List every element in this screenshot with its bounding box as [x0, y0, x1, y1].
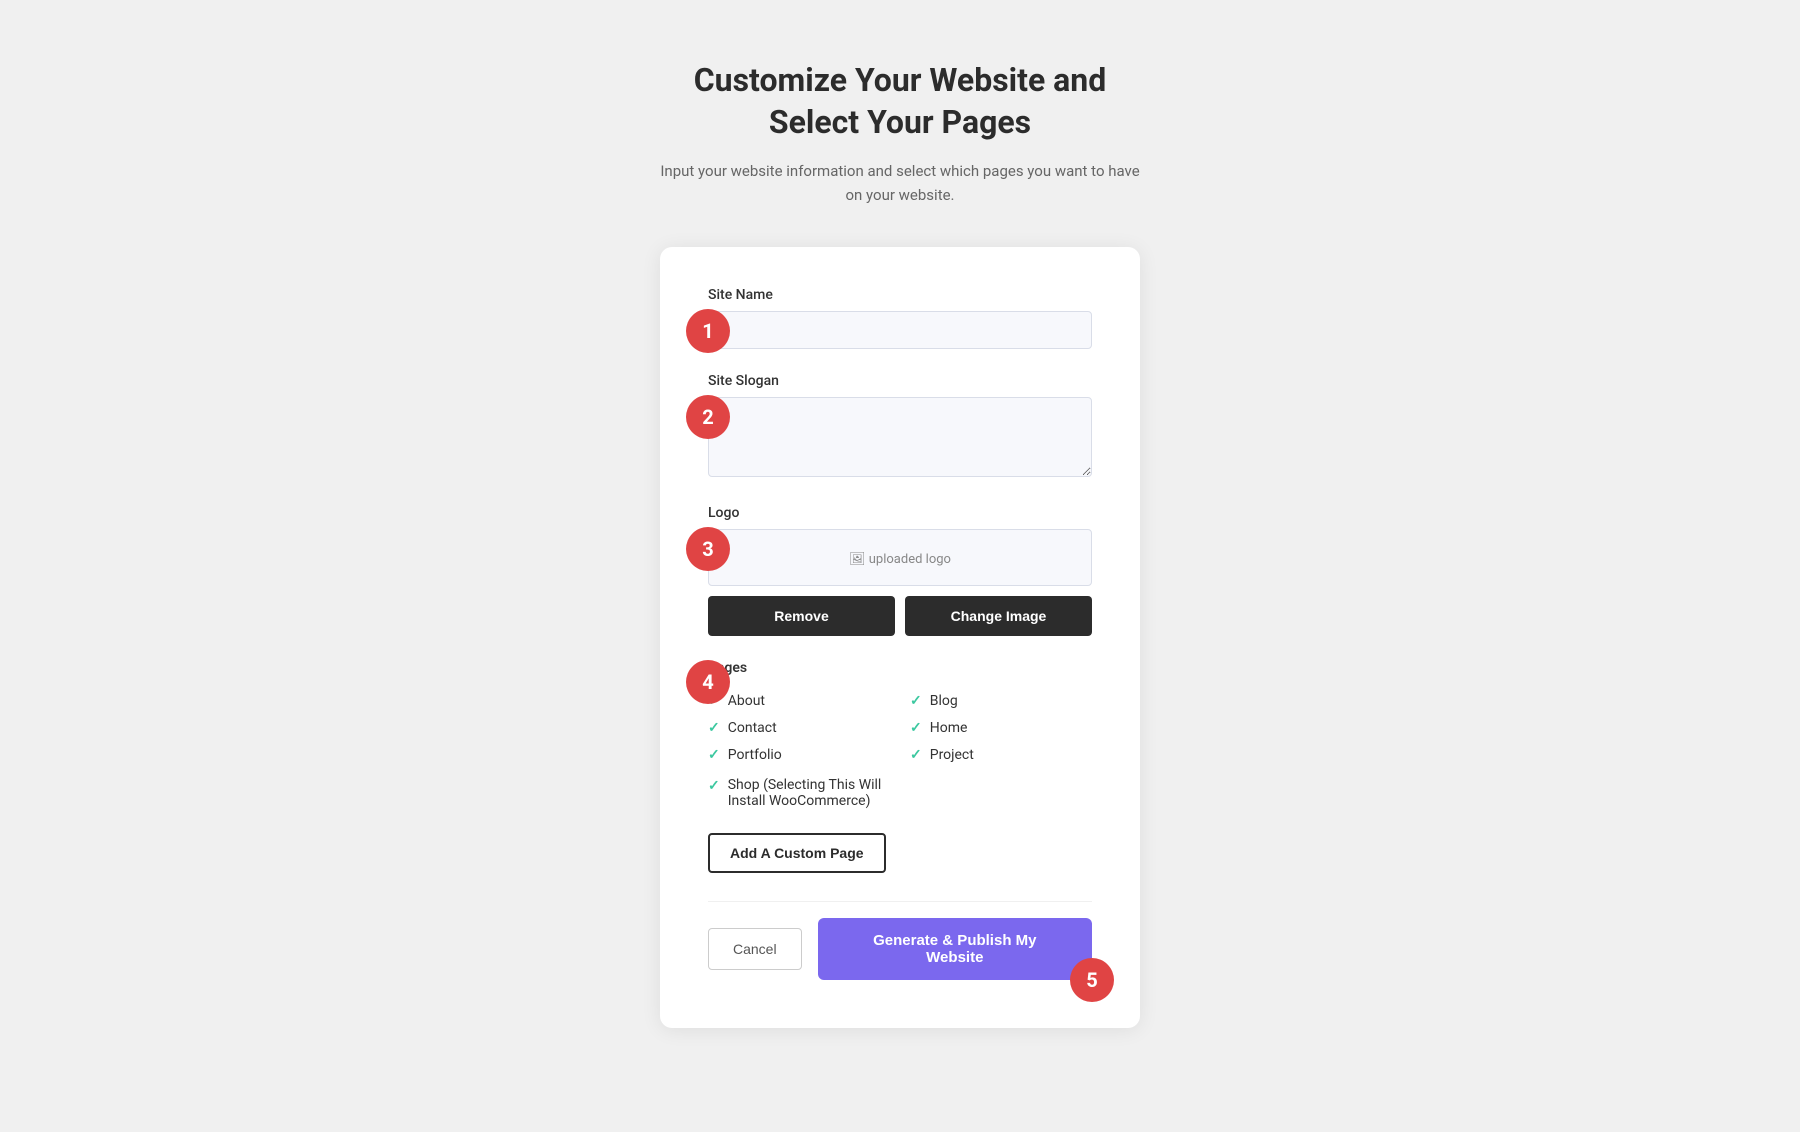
site-slogan-section: 2 Site Slogan	[708, 373, 1092, 481]
site-name-label: Site Name	[708, 287, 1092, 303]
page-label-project: Project	[930, 747, 974, 763]
page-label-portfolio: Portfolio	[728, 747, 782, 763]
page-label-shop: Shop (Selecting This Will Install WooCom…	[728, 777, 890, 809]
site-slogan-label: Site Slogan	[708, 373, 1092, 389]
check-icon-shop: ✓	[708, 778, 720, 794]
logo-buttons: Remove Change Image	[708, 596, 1092, 636]
add-custom-page-wrapper: Add A Custom Page	[708, 829, 1092, 873]
pages-grid: ✓ About ✓ Blog ✓ Contact ✓ Home ✓ Portfo…	[708, 692, 1092, 809]
page-item-home[interactable]: ✓ Home	[910, 719, 1092, 736]
page-label-home: Home	[930, 720, 968, 736]
step-badge-5: 5	[1070, 958, 1114, 1002]
page-item-shop[interactable]: ✓ Shop (Selecting This Will Install WooC…	[708, 777, 890, 809]
cancel-button[interactable]: Cancel	[708, 928, 802, 970]
logo-preview-text: uploaded logo	[849, 552, 951, 567]
logo-section: 3 Logo uploaded logo Remove Change Image	[708, 505, 1092, 636]
form-footer: Cancel Generate & Publish My Website 5	[708, 901, 1092, 980]
change-image-button[interactable]: Change Image	[905, 596, 1092, 636]
check-icon-contact: ✓	[708, 720, 720, 736]
page-label-contact: Contact	[728, 720, 777, 736]
page-header: Customize Your Website and Select Your P…	[660, 60, 1140, 207]
check-icon-home: ✓	[910, 720, 922, 736]
page-item-project[interactable]: ✓ Project	[910, 746, 1092, 763]
publish-button[interactable]: Generate & Publish My Website	[818, 918, 1092, 980]
add-custom-page-button[interactable]: Add A Custom Page	[708, 833, 886, 873]
page-item-contact[interactable]: ✓ Contact	[708, 719, 890, 736]
page-title: Customize Your Website and Select Your P…	[660, 60, 1140, 143]
remove-logo-button[interactable]: Remove	[708, 596, 895, 636]
logo-preview: uploaded logo	[708, 529, 1092, 586]
page-item-portfolio[interactable]: ✓ Portfolio	[708, 746, 890, 763]
logo-label: Logo	[708, 505, 1092, 521]
site-name-input[interactable]	[708, 311, 1092, 349]
page-label-blog: Blog	[930, 693, 958, 709]
step-badge-3: 3	[686, 527, 730, 571]
site-slogan-input[interactable]	[708, 397, 1092, 477]
pages-title: Pages	[708, 660, 1092, 676]
page-item-about[interactable]: ✓ About	[708, 692, 890, 709]
page-label-about: About	[728, 693, 765, 709]
page-subtitle: Input your website information and selec…	[660, 159, 1140, 207]
check-icon-project: ✓	[910, 747, 922, 763]
pages-section: 4 Pages ✓ About ✓ Blog ✓ Contact ✓ Home …	[708, 660, 1092, 873]
check-icon-portfolio: ✓	[708, 747, 720, 763]
step-badge-4: 4	[686, 660, 730, 704]
form-card: 1 Site Name 2 Site Slogan 3 Logo uploade…	[660, 247, 1140, 1028]
step-badge-1: 1	[686, 309, 730, 353]
site-name-section: 1 Site Name	[708, 287, 1092, 349]
page-item-blog[interactable]: ✓ Blog	[910, 692, 1092, 709]
check-icon-blog: ✓	[910, 693, 922, 709]
step-badge-2: 2	[686, 395, 730, 439]
